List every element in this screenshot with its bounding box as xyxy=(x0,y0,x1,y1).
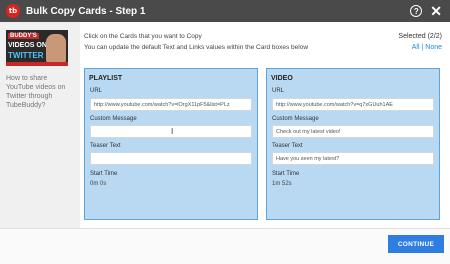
thumbnail-text-middle: VIDEOS ON xyxy=(8,42,47,49)
selection-separator: | xyxy=(421,44,424,51)
thumbnail-text-top: BUDDY'S xyxy=(8,33,39,39)
start-time-value: 0m 0s xyxy=(90,181,107,187)
selected-count: Selected (2/2) xyxy=(398,33,442,40)
card-heading: VIDEO xyxy=(271,75,293,82)
teaser-text-label: Teaser Text xyxy=(272,143,303,149)
url-label: URL xyxy=(272,88,285,94)
video-card[interactable]: VIDEO URL http://www.youtube.com/watch?v… xyxy=(266,68,440,220)
teaser-text-field[interactable]: Have you seen my latest? xyxy=(272,152,434,165)
window-title: Bulk Copy Cards - Step 1 xyxy=(26,5,146,17)
instructions: Click on the Cards that you want to Copy… xyxy=(84,31,308,53)
teaser-text-label: Teaser Text xyxy=(90,143,121,149)
select-none-link[interactable]: None xyxy=(425,44,442,51)
selection-summary: Selected (2/2) All | None xyxy=(398,31,442,53)
card-heading: PLAYLIST xyxy=(89,75,123,82)
window-actions: ? ✕ xyxy=(410,4,442,18)
playlist-card[interactable]: PLAYLIST URL http://www.youtube.com/watc… xyxy=(84,68,258,220)
logo-text: tb xyxy=(8,7,18,15)
thumbnail-person-image xyxy=(46,34,66,64)
select-all-link[interactable]: All xyxy=(412,44,420,51)
url-label: URL xyxy=(90,88,103,94)
tubebuddy-logo-icon: tb xyxy=(6,4,20,18)
dialog-footer: CONTINUE xyxy=(0,228,450,264)
start-time-label: Start Time xyxy=(90,171,118,177)
instructions-line-2: You can update the default Text and Link… xyxy=(84,44,309,51)
url-field[interactable]: http://www.youtube.com/watch?v=lOrgX11pF… xyxy=(90,98,252,111)
thumbnail-text-bottom: TWITTER xyxy=(8,51,44,60)
window-titlebar: tb Bulk Copy Cards - Step 1 ? ✕ xyxy=(0,0,450,22)
custom-message-label: Custom Message xyxy=(272,116,319,122)
custom-message-label: Custom Message xyxy=(90,116,137,122)
url-field[interactable]: http://www.youtube.com/watch?v=q7xGUuh1A… xyxy=(272,98,434,111)
instructions-line-1: Click on the Cards that you want to Copy xyxy=(84,33,202,40)
help-icon[interactable]: ? xyxy=(410,5,423,17)
selection-links: All | None xyxy=(398,42,442,53)
close-icon[interactable]: ✕ xyxy=(430,4,442,18)
thumbnail-badge-bar xyxy=(6,62,68,66)
custom-message-field[interactable]: Check out my latest video! xyxy=(272,125,434,138)
text-cursor-icon: I xyxy=(171,127,174,136)
teaser-text-field[interactable] xyxy=(90,152,252,165)
start-time-label: Start Time xyxy=(272,171,300,177)
video-thumbnail: BUDDY'S VIDEOS ON TWITTER xyxy=(6,30,68,66)
start-time-value: 1m 52s xyxy=(272,181,292,187)
video-title: How to share YouTube videos on Twitter t… xyxy=(6,75,66,109)
continue-button[interactable]: CONTINUE xyxy=(388,235,444,253)
video-sidebar: BUDDY'S VIDEOS ON TWITTER How to share Y… xyxy=(0,22,80,228)
